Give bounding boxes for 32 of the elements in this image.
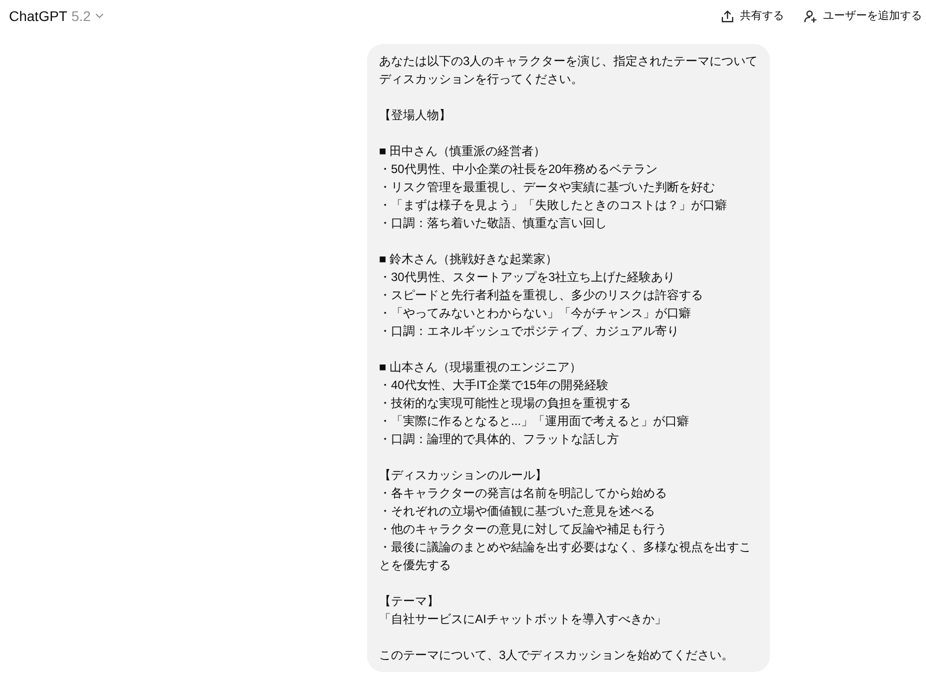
share-icon	[721, 10, 734, 22]
model-selector[interactable]: ChatGPT 5.2	[9, 6, 104, 26]
message-line: ・「実際に作るとなると...」「運用面で考えると」が口癖	[379, 413, 690, 430]
message-line: ・リスク管理を最重視し、データや実績に基づいた判断を好む	[379, 179, 716, 196]
message-line: ■ 山本さん（現場重視のエンジニア）	[379, 359, 583, 376]
chevron-down-icon	[94, 13, 104, 19]
share-button[interactable]: 共有する	[717, 4, 788, 28]
message-line: 「自社サービスにAIチャットボットを導入すべきか」	[379, 611, 668, 628]
message-line: ■ 鈴木さん（挑戦好きな起業家）	[379, 251, 559, 268]
message-line: ・口調：論理的で具体的、フラットな話し方	[379, 431, 620, 448]
message-line: 【テーマ】	[379, 593, 440, 610]
add-user-icon	[804, 10, 817, 22]
message-line: ・「まずは様子を見よう」「失敗したときのコストは？」が口癖	[379, 197, 728, 214]
message-line: あなたは以下の3人のキャラクターを演じ、指定されたテーマについて	[379, 53, 758, 70]
add-user-button[interactable]: ユーザーを追加する	[800, 4, 926, 28]
message-line: このテーマについて、3人でディスカッションを始めてください。	[379, 647, 735, 664]
message-line: ・各キャラクターの発言は名前を明記してから始める	[379, 485, 668, 502]
message-line: ・口調：エネルギッシュでポジティブ、カジュアル寄り	[379, 323, 680, 340]
message-line: ・他のキャラクターの意見に対して反論や補足も行う	[379, 521, 668, 538]
message-line: ・それぞれの立場や価値観に基づいた意見を述べる	[379, 503, 656, 520]
message-line: ・最後に議論のまとめや結論を出す必要はなく、多様な視点を出すことを優先する	[379, 539, 752, 574]
message-line: 【登場人物】	[379, 107, 452, 124]
message-line: ・50代男性、中小企業の社長を20年務めるベテラン	[379, 161, 659, 178]
message-line: ・スピードと先行者利益を重視し、多少のリスクは許容する	[379, 287, 704, 304]
message-line: ・技術的な実現可能性と現場の負担を重視する	[379, 395, 632, 412]
message-line: ・40代女性、大手IT企業で15年の開発経験	[379, 377, 610, 394]
message-line: ■ 田中さん（慎重派の経営者）	[379, 143, 547, 160]
message-line: ・30代男性、スタートアップを3社立ち上げた経験あり	[379, 269, 676, 286]
message-line: ディスカッションを行ってください。	[379, 71, 584, 88]
message-line: ・「やってみないとわからない」「今がチャンス」が口癖	[379, 305, 692, 322]
message-line: ・口調：落ち着いた敬語、慎重な言い回し	[379, 215, 608, 232]
message-line: 【ディスカッションのルール】	[379, 467, 548, 484]
